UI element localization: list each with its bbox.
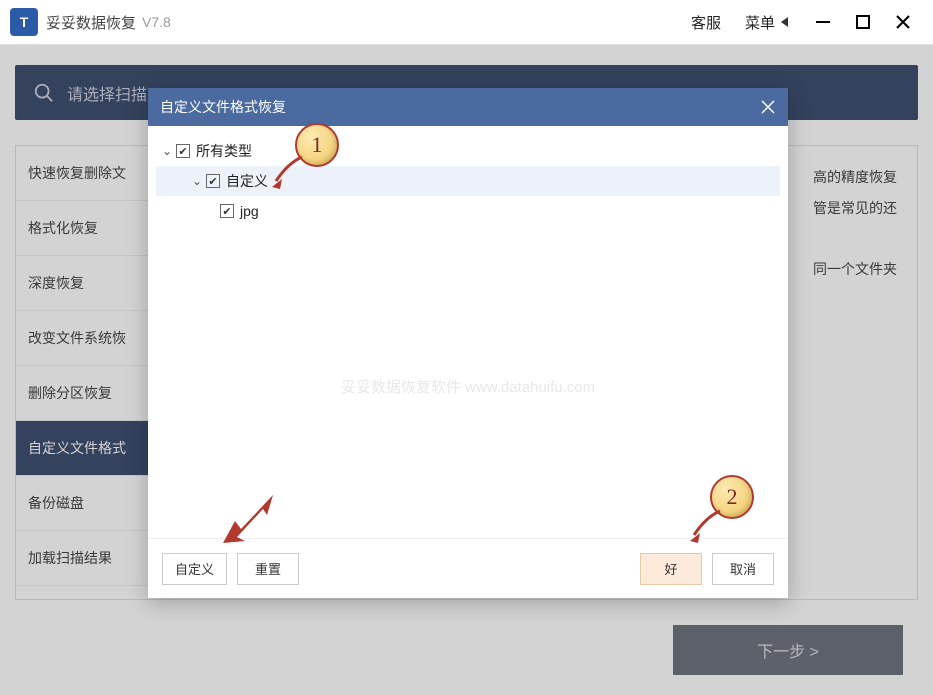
- support-link[interactable]: 客服: [691, 12, 721, 33]
- arrow-annotation-icon: [215, 485, 285, 555]
- tree-jpg-label: jpg: [240, 203, 259, 219]
- tree-custom-label: 自定义: [226, 171, 268, 191]
- cancel-button[interactable]: 取消: [712, 553, 774, 585]
- custom-button[interactable]: 自定义: [162, 553, 227, 585]
- checkbox-custom[interactable]: ✔: [206, 174, 220, 188]
- reset-button[interactable]: 重置: [237, 553, 299, 585]
- checkbox-jpg[interactable]: ✔: [220, 204, 234, 218]
- close-icon: [760, 99, 776, 115]
- chevron-down-icon[interactable]: ⌄: [160, 144, 174, 158]
- app-title: 妥妥数据恢复: [46, 12, 136, 33]
- callout-1-tail-icon: [270, 151, 310, 191]
- watermark-text: 妥妥数据恢复软件 www.datahuifu.com: [148, 376, 788, 397]
- triangle-left-icon: [779, 16, 791, 28]
- app-version: V7.8: [142, 14, 171, 30]
- menu-link[interactable]: 菜单: [745, 12, 791, 33]
- titlebar: T 妥妥数据恢复 V7.8 客服 菜单: [0, 0, 933, 45]
- main-area: 请选择扫描 快速恢复删除文 格式化恢复 深度恢复 改变文件系统恢 删除分区恢复 …: [0, 45, 933, 695]
- tree-custom-row[interactable]: ⌄ ✔ 自定义: [156, 166, 780, 196]
- modal-close-button[interactable]: [760, 99, 776, 115]
- menu-label: 菜单: [745, 12, 775, 33]
- checkbox-all-types[interactable]: ✔: [176, 144, 190, 158]
- ok-button[interactable]: 好: [640, 553, 702, 585]
- modal-body: ⌄ ✔ 所有类型 ⌄ ✔ 自定义 ✔ jpg 妥妥数据恢复软件 www.data…: [148, 126, 788, 538]
- modal-title: 自定义文件格式恢复: [160, 97, 286, 117]
- close-window-button[interactable]: [883, 2, 923, 42]
- app-logo: T: [10, 8, 38, 36]
- modal-header: 自定义文件格式恢复: [148, 88, 788, 126]
- callout-2-tail-icon: [688, 505, 728, 545]
- tree-root-label: 所有类型: [196, 141, 252, 161]
- tree-jpg-row[interactable]: ✔ jpg: [156, 196, 780, 226]
- file-type-tree: ⌄ ✔ 所有类型 ⌄ ✔ 自定义 ✔ jpg: [156, 136, 780, 226]
- minimize-button[interactable]: [803, 2, 843, 42]
- tree-root-row[interactable]: ⌄ ✔ 所有类型: [156, 136, 780, 166]
- maximize-button[interactable]: [843, 2, 883, 42]
- chevron-down-icon[interactable]: ⌄: [190, 174, 204, 188]
